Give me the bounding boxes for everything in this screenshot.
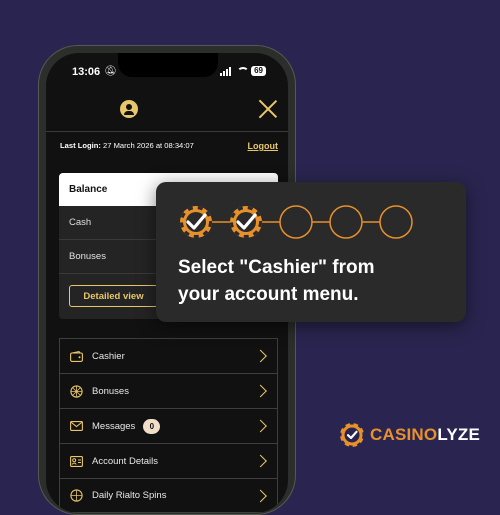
menu-item-daily-spins[interactable]: Daily Rialto Spins <box>59 478 278 513</box>
mute-bell-icon: 🔕︎ <box>104 66 117 77</box>
step-pending-icon <box>329 205 363 239</box>
spin-icon <box>69 489 83 503</box>
last-login: Last Login: 27 March 2026 at 08:34:07 <box>60 141 194 150</box>
wifi-icon <box>236 67 250 75</box>
account-menu: Cashier Bonuses Messages 0 Account Detai… <box>59 338 278 513</box>
dynamic-island <box>118 53 218 77</box>
envelope-icon <box>69 419 83 433</box>
instruction-line-2: your account menu. <box>178 284 359 305</box>
step-progress <box>180 205 413 239</box>
close-icon[interactable] <box>257 98 279 120</box>
detailed-view-button[interactable]: Detailed view <box>69 285 158 307</box>
chevron-right-icon <box>254 349 267 363</box>
menu-item-label: Messages <box>92 420 136 432</box>
bonus-icon <box>69 384 83 398</box>
wallet-icon <box>69 349 83 363</box>
logout-link[interactable]: Logout <box>248 141 279 151</box>
tutorial-card: Select "Cashier" from your account menu. <box>156 182 466 322</box>
chevron-right-icon <box>254 384 267 398</box>
instruction-line-1: Select "Cashier" from <box>178 257 375 278</box>
menu-item-messages[interactable]: Messages 0 <box>59 408 278 443</box>
logo-prefix: CASINO <box>370 425 438 444</box>
header-divider <box>46 131 288 132</box>
signal-icon <box>220 66 232 76</box>
status-indicators: 69 <box>220 66 266 76</box>
casinolyze-logo: CASINOLYZE <box>338 421 480 449</box>
menu-item-account-details[interactable]: Account Details <box>59 443 278 478</box>
menu-item-label: Bonuses <box>92 385 129 397</box>
step-complete-icon <box>180 206 212 238</box>
logo-suffix: LYZE <box>437 425 481 444</box>
menu-item-bonuses[interactable]: Bonuses <box>59 373 278 408</box>
last-login-value: 27 March 2026 at 08:34:07 <box>103 141 194 150</box>
step-complete-icon <box>230 206 262 238</box>
menu-item-cashier[interactable]: Cashier <box>59 338 278 373</box>
avatar-icon[interactable] <box>120 100 138 118</box>
tutorial-instruction: Select "Cashier" from your account menu. <box>178 254 458 308</box>
last-login-label: Last Login: <box>60 141 101 150</box>
status-time: 13:06 <box>72 66 101 78</box>
chevron-right-icon <box>254 454 267 468</box>
logo-text: CASINOLYZE <box>370 425 480 445</box>
step-pending-icon <box>379 205 413 239</box>
chevron-right-icon <box>254 419 267 433</box>
step-pending-icon <box>279 205 313 239</box>
messages-count-badge: 0 <box>143 418 161 434</box>
battery-icon: 69 <box>251 66 266 76</box>
menu-item-label: Daily Rialto Spins <box>92 490 167 501</box>
menu-item-label: Account Details <box>92 455 159 467</box>
casino-chip-logo-icon <box>338 421 366 449</box>
menu-item-label: Cashier <box>92 350 125 362</box>
id-card-icon <box>69 454 83 468</box>
